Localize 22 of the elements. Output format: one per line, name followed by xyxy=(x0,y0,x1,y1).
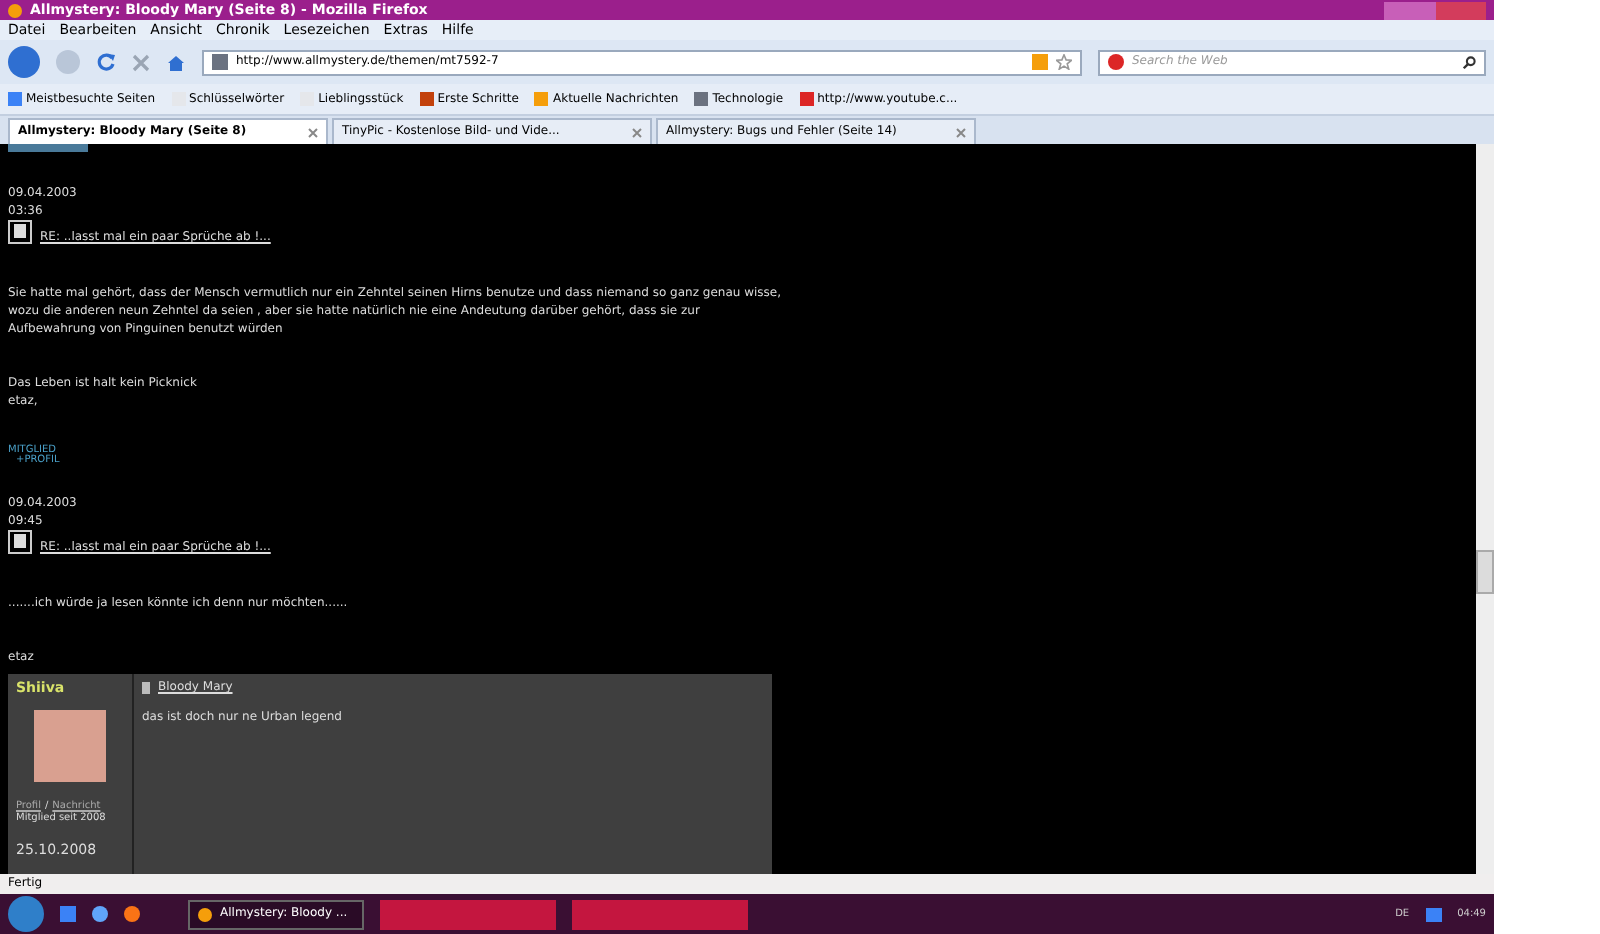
close-button[interactable] xyxy=(1436,1,1486,19)
document-icon xyxy=(8,220,32,244)
star-icon[interactable] xyxy=(1056,54,1072,70)
close-tab-icon[interactable] xyxy=(632,127,642,137)
search-icon[interactable] xyxy=(1462,55,1476,69)
close-tab-icon[interactable] xyxy=(308,127,318,137)
back-button[interactable] xyxy=(8,46,40,78)
maximize-button[interactable] xyxy=(1410,1,1436,19)
start-button[interactable] xyxy=(8,896,44,932)
member-badge-icon xyxy=(8,144,88,152)
avatar-placeholder xyxy=(34,710,106,782)
stop-icon[interactable] xyxy=(132,53,150,71)
app-icon xyxy=(8,3,22,17)
close-tab-icon[interactable] xyxy=(956,127,966,137)
topic-icon xyxy=(142,682,150,694)
home-icon[interactable] xyxy=(166,53,186,71)
reload-icon[interactable] xyxy=(96,52,116,72)
document-icon xyxy=(8,530,32,554)
minimize-button[interactable] xyxy=(1384,1,1410,19)
app-icon xyxy=(198,907,212,921)
scroll-thumb[interactable] xyxy=(1476,550,1494,594)
search-engine-icon xyxy=(1108,54,1124,70)
